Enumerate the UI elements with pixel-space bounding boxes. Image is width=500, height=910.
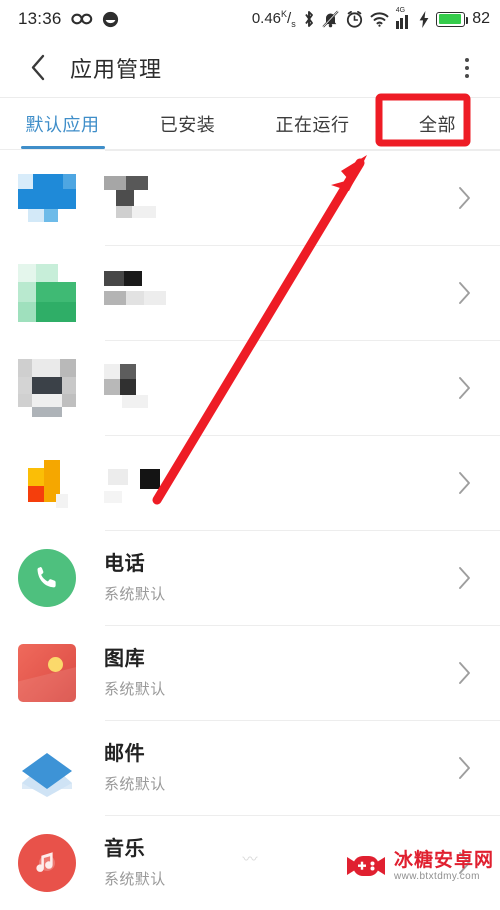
bell-muted-icon bbox=[322, 10, 339, 28]
app-icon-cell bbox=[18, 169, 88, 227]
infinity-icon bbox=[70, 12, 93, 26]
table-row[interactable]: 邮件 系统默认 bbox=[0, 720, 500, 815]
chevron-right-icon bbox=[452, 566, 478, 590]
app-name: 邮件 bbox=[104, 742, 146, 765]
page-title: 应用管理 bbox=[70, 56, 163, 82]
back-chevron-icon bbox=[30, 54, 46, 81]
battery-percent: 82 bbox=[472, 10, 490, 27]
tab-bar: 默认应用 已安装 正在运行 全部 bbox=[0, 98, 500, 150]
site-watermark: 冰糖安卓网 www.btxtdmy.com bbox=[344, 849, 494, 883]
app-icon-cell bbox=[18, 643, 88, 702]
charging-bolt-icon bbox=[419, 10, 429, 28]
chevron-right-icon bbox=[452, 756, 478, 780]
tab-label: 已安装 bbox=[159, 114, 216, 135]
app-name: 电话 bbox=[104, 552, 146, 575]
app-icon-cell bbox=[18, 358, 88, 417]
phone-icon bbox=[18, 548, 76, 607]
blurred-app-icon bbox=[18, 454, 76, 512]
network-speed-unit-numer: K bbox=[281, 9, 288, 19]
chevron-right-icon bbox=[452, 471, 478, 495]
app-name-cell: 电话 系统默认 bbox=[88, 552, 452, 604]
gallery-icon bbox=[18, 643, 76, 702]
hill-shape bbox=[18, 664, 76, 702]
watermark-text: 冰糖安卓网 www.btxtdmy.com bbox=[394, 851, 494, 882]
chevron-right-icon bbox=[452, 376, 478, 400]
app-subtitle: 系统默认 bbox=[104, 775, 166, 793]
sun-shape bbox=[48, 656, 63, 672]
app-icon-cell bbox=[18, 833, 88, 892]
tab-label: 全部 bbox=[419, 114, 456, 135]
status-time: 13:36 bbox=[18, 9, 62, 28]
music-icon bbox=[18, 833, 76, 892]
watermark-site-name: 冰糖安卓网 bbox=[393, 849, 494, 871]
blurred-app-label bbox=[104, 459, 452, 507]
network-type-label: 4G bbox=[395, 6, 406, 14]
candy-gamepad-logo-icon bbox=[344, 849, 388, 883]
watermark-site-url: www.btxtdmy.com bbox=[393, 870, 480, 882]
alarm-clock-icon bbox=[346, 10, 363, 28]
app-name-cell: 图库 系统默认 bbox=[88, 647, 452, 699]
signal-bars-icon: 4G bbox=[395, 6, 413, 29]
app-icon-cell bbox=[18, 454, 88, 512]
back-button[interactable] bbox=[22, 52, 54, 84]
overflow-menu-button[interactable] bbox=[450, 51, 484, 85]
network-speed-unit-denom: s bbox=[291, 19, 296, 29]
chevron-right-icon bbox=[452, 186, 478, 210]
app-icon-cell bbox=[18, 263, 88, 322]
table-row[interactable] bbox=[0, 435, 500, 530]
smiley-icon bbox=[102, 11, 119, 28]
app-icon-cell bbox=[18, 548, 88, 607]
tab-running[interactable]: 正在运行 bbox=[250, 98, 375, 149]
wifi-icon bbox=[370, 11, 389, 27]
table-row[interactable]: 电话 系统默认 bbox=[0, 530, 500, 625]
network-speed-value: 0.46 bbox=[251, 10, 282, 27]
battery-icon bbox=[436, 11, 469, 27]
status-bar: 13:36 0.46K/s 4G 82 bbox=[0, 0, 500, 38]
app-name-cell bbox=[88, 174, 452, 222]
more-vertical-icon bbox=[465, 57, 469, 62]
chevron-right-icon bbox=[452, 281, 478, 305]
app-subtitle: 系统默认 bbox=[104, 585, 166, 603]
table-row[interactable] bbox=[0, 245, 500, 340]
app-name-cell: 邮件 系统默认 bbox=[88, 742, 452, 794]
app-name: 图库 bbox=[104, 647, 146, 670]
blurred-app-label bbox=[104, 269, 452, 317]
blurred-app-label bbox=[104, 363, 452, 412]
blurred-app-icon bbox=[18, 358, 76, 417]
app-name-cell bbox=[88, 269, 452, 317]
table-row[interactable]: 图库 系统默认 bbox=[0, 625, 500, 720]
chevron-right-icon bbox=[452, 661, 478, 685]
mail-icon bbox=[18, 739, 76, 797]
blurred-app-label bbox=[104, 174, 452, 222]
blurred-app-icon bbox=[18, 263, 76, 322]
bluetooth-icon bbox=[303, 10, 315, 28]
app-name-cell bbox=[88, 459, 452, 507]
tab-all[interactable]: 全部 bbox=[375, 98, 500, 149]
status-bar-left: 13:36 bbox=[18, 9, 119, 29]
app-icon-cell bbox=[18, 739, 88, 797]
nav-gesture-hint: 〰 bbox=[242, 851, 258, 868]
app-list: 电话 系统默认 图库 系统默认 邮件 系统默认 音乐 系统默认 bbox=[0, 150, 500, 910]
app-subtitle: 系统默认 bbox=[104, 680, 166, 698]
table-row[interactable] bbox=[0, 150, 500, 245]
app-name-cell bbox=[88, 363, 452, 412]
blurred-app-icon bbox=[18, 169, 76, 227]
tab-installed[interactable]: 已安装 bbox=[125, 98, 250, 149]
network-speed: 0.46K/s bbox=[251, 9, 296, 29]
app-bar: 应用管理 bbox=[0, 38, 500, 98]
table-row[interactable] bbox=[0, 340, 500, 435]
tab-label: 正在运行 bbox=[275, 114, 350, 135]
tab-label: 默认应用 bbox=[25, 114, 100, 135]
tab-default-apps[interactable]: 默认应用 bbox=[0, 98, 125, 149]
status-bar-right: 0.46K/s 4G 82 bbox=[251, 6, 490, 30]
